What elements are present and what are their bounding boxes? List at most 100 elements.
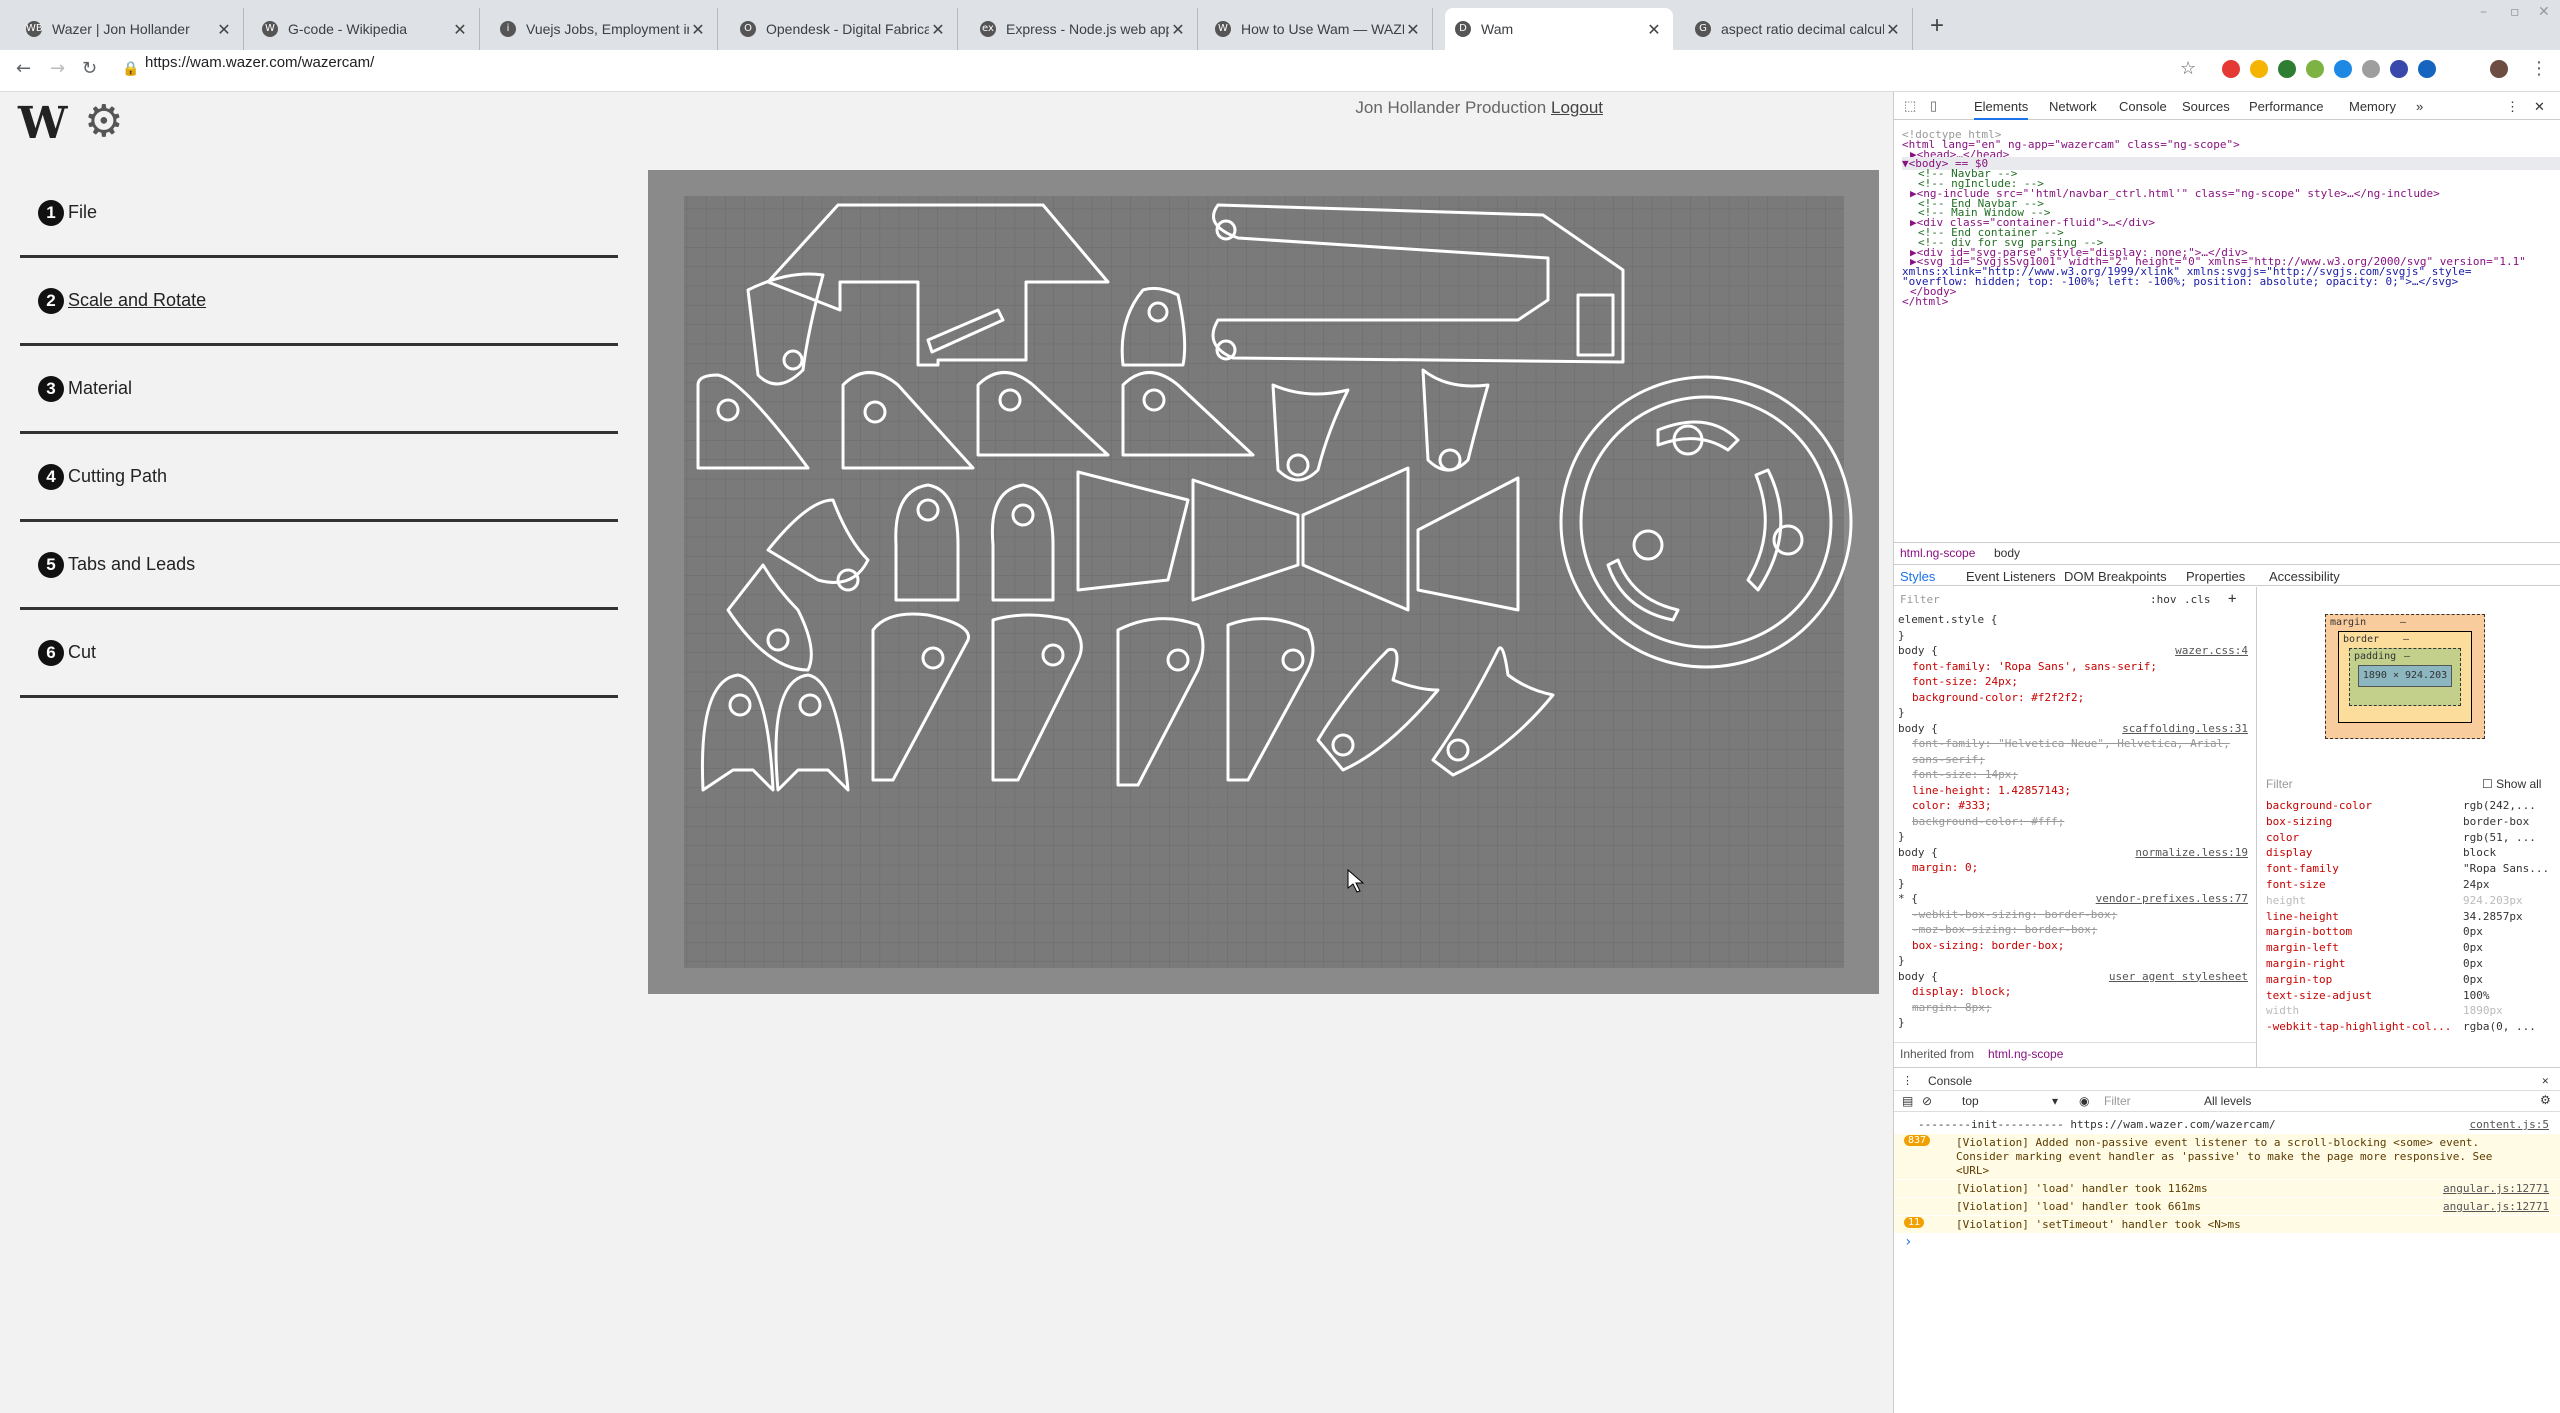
browser-tab[interactable]: i Vuejs Jobs, Employment in San✕ <box>490 8 718 50</box>
style-line[interactable]: font-size: 24px; <box>1912 675 2018 688</box>
computed-prop[interactable]: -webkit-tap-highlight-col... <box>2266 1020 2451 1033</box>
style-line[interactable]: background-color: #fff; <box>1912 815 2064 828</box>
style-line[interactable]: body { <box>1898 722 1938 735</box>
clear-console-icon[interactable]: ⊘ <box>1922 1094 1932 1108</box>
subtab-styles[interactable]: Styles <box>1900 569 1935 584</box>
wazer-logo[interactable]: W <box>18 98 67 149</box>
crumb-body[interactable]: body <box>1994 546 2020 560</box>
close-tab-icon[interactable]: ✕ <box>689 20 707 39</box>
computed-prop[interactable]: height <box>2266 894 2306 907</box>
close-tab-icon[interactable]: ✕ <box>215 20 233 39</box>
browser-tab[interactable]: O Opendesk - Digital Fabrication✕ <box>730 8 958 50</box>
eye-icon[interactable]: ◉ <box>2079 1094 2089 1108</box>
add-rule-icon[interactable]: + <box>2228 591 2236 607</box>
drawer-menu-icon[interactable]: ⋮ <box>1902 1074 1913 1087</box>
inspect-icon[interactable]: ⬚ <box>1904 98 1916 114</box>
console-filter-input[interactable]: Filter <box>2104 1094 2131 1108</box>
extension-icon[interactable] <box>2250 60 2268 78</box>
step-tabs-leads[interactable]: 5 Tabs and Leads <box>20 522 618 610</box>
tab-network[interactable]: Network <box>2049 99 2097 114</box>
style-line[interactable]: } <box>1898 1016 1905 1029</box>
devtools-menu-icon[interactable]: ⋮ <box>2506 99 2519 115</box>
style-line[interactable]: body { <box>1898 846 1938 859</box>
step-file[interactable]: 1 File <box>20 170 618 258</box>
extension-icon[interactable] <box>2278 60 2296 78</box>
style-line[interactable]: -webkit-box-sizing: border-box; <box>1912 908 2117 921</box>
gear-icon[interactable]: ⚙ <box>84 96 123 147</box>
style-source-link[interactable]: user agent stylesheet <box>2109 970 2248 983</box>
browser-tab[interactable]: Gaspect ratio decimal calculator✕ <box>1685 8 1913 50</box>
style-source-link[interactable]: normalize.less:19 <box>2135 846 2248 859</box>
style-line[interactable]: background-color: #f2f2f2; <box>1912 691 2084 704</box>
new-tab-button[interactable]: + <box>1930 12 1944 40</box>
levels-select[interactable]: All levels <box>2204 1094 2251 1108</box>
style-line[interactable]: margin: 0; <box>1912 861 1978 874</box>
style-source-link[interactable]: wazer.css:4 <box>2175 644 2248 657</box>
dom-node[interactable]: </html> <box>1902 295 1948 308</box>
extension-icon[interactable] <box>2362 60 2380 78</box>
adblock-icon[interactable] <box>2222 60 2240 78</box>
hov-toggle[interactable]: :hov <box>2150 593 2177 606</box>
style-line[interactable]: margin: 8px; <box>1912 1001 1991 1014</box>
styles-filter-input[interactable]: Filter <box>1900 593 1940 606</box>
cut-bed-canvas[interactable] <box>648 170 1879 994</box>
computed-prop[interactable]: text-size-adjust <box>2266 989 2372 1002</box>
crumb-html[interactable]: html.ng-scope <box>1900 546 1975 560</box>
console-source-link[interactable]: angular.js:12771 <box>2443 1200 2549 1213</box>
browser-tab[interactable]: ex Express - Node.js web applicati✕ <box>970 8 1198 50</box>
context-select[interactable]: top <box>1962 1094 1979 1108</box>
close-tab-icon[interactable]: ✕ <box>1404 20 1422 39</box>
style-line[interactable]: color: #333; <box>1912 799 1991 812</box>
style-line[interactable]: -moz-box-sizing: border-box; <box>1912 923 2097 936</box>
computed-prop[interactable]: margin-bottom <box>2266 925 2352 938</box>
computed-prop[interactable]: margin-top <box>2266 973 2332 986</box>
extension-icon[interactable] <box>2390 60 2408 78</box>
browser-tab[interactable]: D Wam ✕ <box>1445 8 1673 50</box>
style-line[interactable]: body { <box>1898 970 1938 983</box>
forward-icon[interactable]: → <box>50 58 65 79</box>
style-line[interactable]: font-size: 14px; <box>1912 768 2018 781</box>
style-line[interactable]: sans-serif; <box>1912 753 1985 766</box>
subtab-dom-breakpoints[interactable]: DOM Breakpoints <box>2064 569 2167 584</box>
computed-prop[interactable]: background-color <box>2266 799 2372 812</box>
menu-kebab-icon[interactable]: ⋮ <box>2530 58 2548 79</box>
subtab-properties[interactable]: Properties <box>2186 569 2245 584</box>
dom-node[interactable]: "overflow: hidden; top: -100%; left: -10… <box>1902 275 2458 288</box>
close-devtools-icon[interactable]: ✕ <box>2534 99 2545 115</box>
style-line[interactable]: box-sizing: border-box; <box>1912 939 2064 952</box>
close-tab-icon[interactable]: ✕ <box>1645 20 1663 39</box>
style-line[interactable]: font-family: "Helvetica Neue", Helvetica… <box>1912 737 2230 750</box>
bookmark-star-icon[interactable]: ☆ <box>2180 58 2196 79</box>
sidebar-toggle-icon[interactable]: ▤ <box>1902 1094 1913 1108</box>
subtab-event-listeners[interactable]: Event Listeners <box>1966 569 2056 584</box>
style-source-link[interactable]: scaffolding.less:31 <box>2122 722 2248 735</box>
extension-icon[interactable] <box>2418 60 2436 78</box>
cls-toggle[interactable]: .cls <box>2184 593 2211 606</box>
step-material[interactable]: 3 Material <box>20 346 618 434</box>
close-tab-icon[interactable]: ✕ <box>451 20 469 39</box>
computed-prop[interactable]: font-family <box>2266 862 2339 875</box>
close-window-button[interactable]: ✕ <box>2538 4 2550 20</box>
logout-link[interactable]: Logout <box>1551 98 1603 117</box>
extension-icon[interactable] <box>2306 60 2324 78</box>
more-tabs-icon[interactable]: » <box>2416 99 2423 114</box>
computed-prop[interactable]: width <box>2266 1004 2299 1017</box>
reload-icon[interactable]: ↻ <box>82 58 97 79</box>
close-tab-icon[interactable]: ✕ <box>1884 20 1902 39</box>
device-toolbar-icon[interactable]: ▯ <box>1930 98 1937 114</box>
console-source-link[interactable]: angular.js:12771 <box>2443 1182 2549 1195</box>
tab-console[interactable]: Console <box>2119 99 2167 114</box>
step-cut[interactable]: 6 Cut <box>20 610 618 698</box>
computed-prop[interactable]: line-height <box>2266 910 2339 923</box>
computed-prop[interactable]: font-size <box>2266 878 2326 891</box>
console-prompt[interactable]: › <box>1904 1234 1912 1250</box>
tab-performance[interactable]: Performance <box>2249 99 2323 114</box>
style-line[interactable]: } <box>1898 954 1905 967</box>
computed-prop[interactable]: display <box>2266 846 2312 859</box>
style-line[interactable]: line-height: 1.42857143; <box>1912 784 2071 797</box>
browser-tab[interactable]: W How to Use Wam — WAZER | T✕ <box>1205 8 1433 50</box>
style-line[interactable]: element.style { <box>1898 613 1997 626</box>
tab-elements[interactable]: Elements <box>1974 99 2029 120</box>
style-line[interactable]: } <box>1898 830 1905 843</box>
computed-filter-input[interactable]: Filter <box>2266 777 2293 791</box>
